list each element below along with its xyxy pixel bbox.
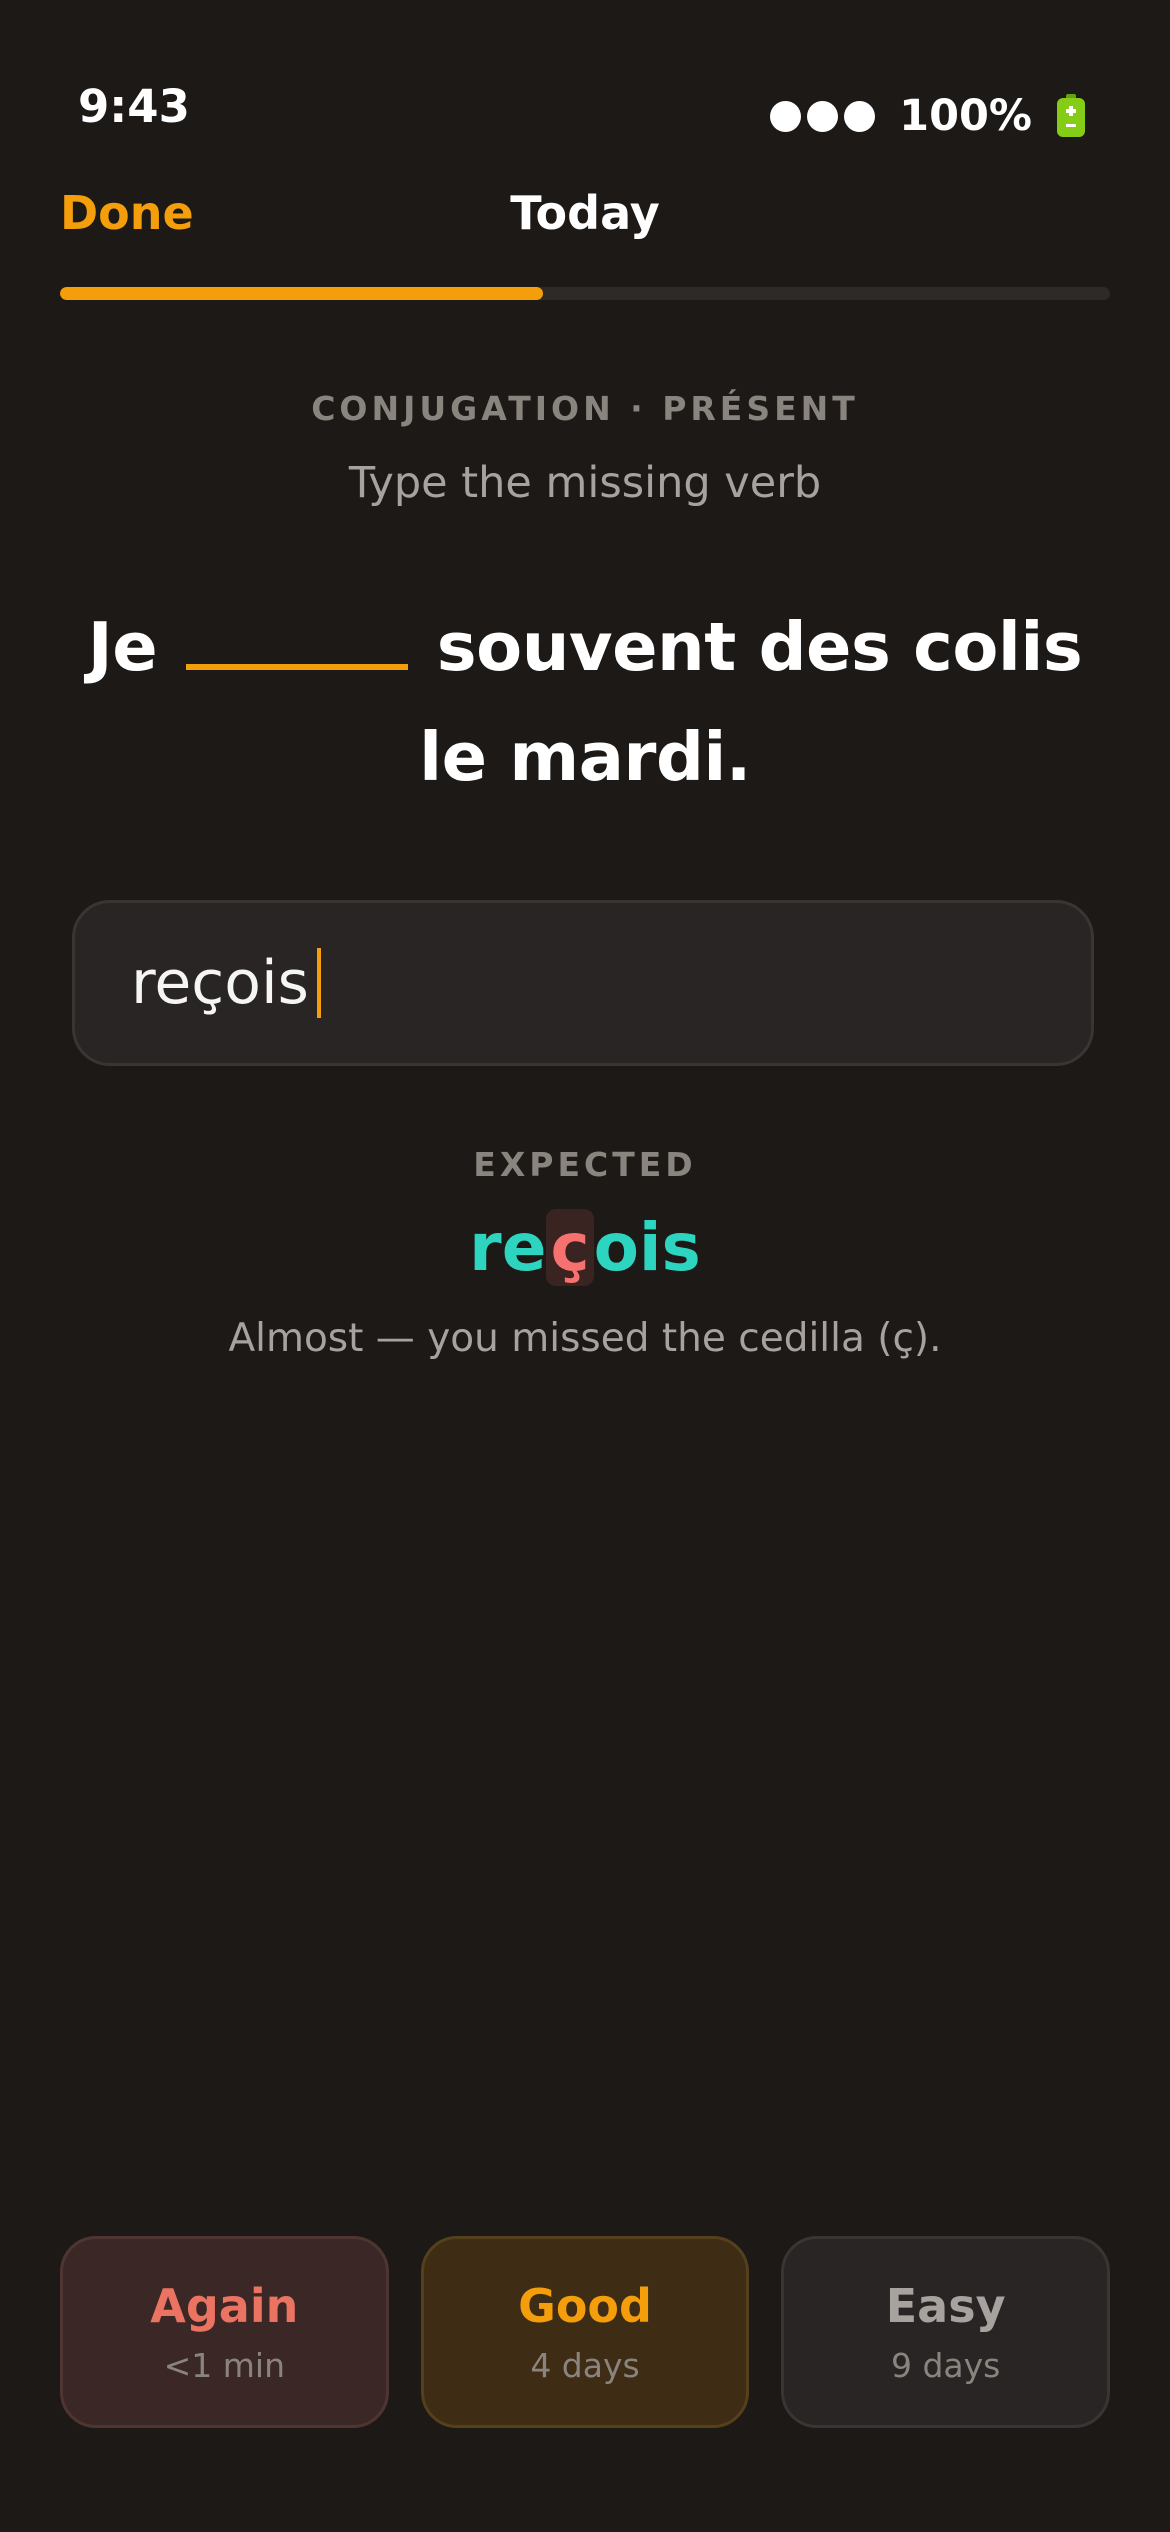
sentence-before: Je	[87, 608, 158, 686]
good-interval: 4 days	[530, 2345, 640, 2385]
sentence-after: souvent des colis le mardi.	[419, 608, 1083, 796]
battery-percent: 100%	[899, 90, 1032, 141]
session-progress-bar	[60, 287, 1110, 300]
status-indicators: 100%	[770, 92, 1086, 140]
easy-interval: 9 days	[890, 2345, 1001, 2385]
done-button[interactable]: Done	[60, 190, 194, 236]
card-category: CONJUGATION · PRÉSENT	[311, 389, 859, 428]
card-instruction: Type the missing verb	[348, 458, 822, 508]
expected-error-highlight: ç	[546, 1209, 594, 1286]
expected-correct-part: ois	[593, 1209, 701, 1286]
good-label: Good	[518, 2278, 652, 2333]
answer-input-value: reçois	[131, 948, 309, 1018]
battery-icon	[1057, 94, 1085, 137]
again-button[interactable]: Again <1 min	[60, 2236, 389, 2428]
easy-button[interactable]: Easy 9 days	[781, 2236, 1111, 2428]
status-bar: 9:43 100%	[0, 0, 1170, 180]
cloze-blank	[185, 612, 408, 670]
again-label: Again	[150, 2278, 299, 2333]
signal-dots-icon	[770, 100, 876, 132]
rating-buttons: Again <1 min Good 4 days Easy 9 days	[60, 2236, 1111, 2428]
good-button[interactable]: Good 4 days	[420, 2236, 750, 2428]
expected-label: EXPECTED	[473, 1145, 697, 1184]
session-progress-fill	[60, 287, 543, 300]
expected-correct-part: re	[469, 1209, 547, 1286]
text-caret	[316, 948, 321, 1018]
status-time: 9:43	[78, 80, 190, 133]
expected-answer: reçois	[0, 1206, 1170, 1290]
easy-label: Easy	[885, 2278, 1006, 2333]
answer-input[interactable]: reçois	[72, 900, 1094, 1066]
again-interval: <1 min	[163, 2345, 286, 2385]
cloze-sentence: Je souvent des colis le mardi.	[60, 592, 1110, 812]
feedback-message: Almost — you missed the cedilla (ç).	[228, 1316, 942, 1361]
